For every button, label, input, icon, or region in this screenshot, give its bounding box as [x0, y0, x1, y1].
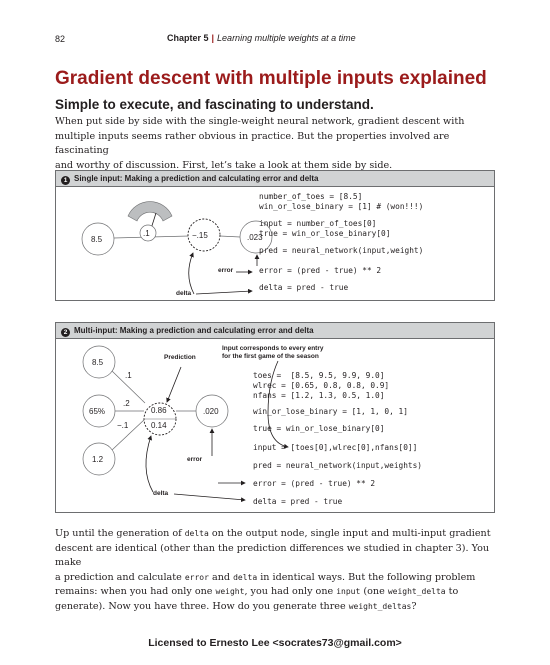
chapter-label: Chapter 5	[167, 33, 209, 43]
weight-dial-icon	[127, 201, 173, 222]
outro-line: generate). Now you have three. How do yo…	[55, 600, 417, 612]
delta-code-arrow	[173, 493, 246, 503]
delta-pointer	[188, 252, 195, 295]
error-label: error	[218, 267, 234, 274]
page-number: 82	[55, 34, 66, 44]
code-line: input = number_of_toes[0]	[259, 219, 377, 228]
outro-line: descent are identical (other than the pr…	[55, 542, 490, 569]
code-line: true = win_or_lose_binary[0]	[253, 424, 385, 433]
input-note: for the first game of the season	[222, 353, 319, 360]
figure-single-input: 1 Single input: Making a prediction and c…	[55, 170, 495, 301]
code-line: delta = pred - true	[253, 497, 343, 506]
weight-value: .2	[123, 399, 130, 408]
error-label: error	[187, 456, 203, 463]
code-line: error = (pred - true) ** 2	[253, 479, 376, 488]
outro-line: a prediction and calculate error and del…	[55, 571, 476, 583]
section-title: Gradient descent with multiple inputs ex…	[55, 68, 487, 89]
delta-label: delta	[153, 490, 169, 497]
code-line: win_or_lose_binary = [1, 1, 0, 1]	[253, 407, 408, 416]
connection-line	[219, 235, 241, 238]
intro-paragraph: When put side by side with the single-we…	[55, 115, 495, 173]
code-line: input = [toes[0],wlrec[0],nfans[0]]	[253, 443, 418, 452]
chapter-title: Learning multiple weights at a time	[217, 33, 356, 43]
input-value-nfans: 1.2	[92, 455, 104, 464]
prediction-value: −.15	[192, 231, 208, 240]
prediction-pointer	[166, 366, 182, 403]
weight-value: −.1	[117, 421, 129, 430]
license-footer: Licensed to Ernesto Lee <socrates73@gmai…	[148, 637, 402, 649]
input-value-wlrec: 65%	[89, 407, 106, 416]
code-line: win_or_lose_binary = [1] # (won!!!)	[259, 202, 424, 211]
code-line: toes = [8.5, 9.5, 9.9, 9.0]	[253, 371, 385, 380]
delta-pointer	[145, 435, 154, 493]
input-note: Input corresponds to every entry	[222, 345, 324, 352]
section-subtitle: Simple to execute, and fascinating to un…	[55, 97, 374, 112]
input-value: 8.5	[91, 235, 103, 244]
error-value: .020	[203, 407, 219, 416]
outro-paragraph: Up until the generation of delta on the …	[55, 527, 495, 614]
prediction-value: 0.86	[151, 406, 167, 415]
outro-line: Up until the generation of delta on the …	[55, 528, 491, 539]
figure-multi-input: 2 Multi-input: Making a prediction and ca…	[55, 322, 495, 513]
delta-label: delta	[176, 290, 192, 297]
code-line: wlrec = [0.65, 0.8, 0.8, 0.9]	[253, 381, 390, 390]
outro-line: remains: when you had only one weight, y…	[55, 586, 459, 597]
header-divider: |	[211, 33, 215, 43]
prediction-label: Prediction	[164, 354, 196, 361]
intro-line: multiple inputs seems rather obvious in …	[55, 130, 450, 157]
intro-line: When put side by side with the single-we…	[55, 116, 465, 127]
delta-value: 0.14	[151, 421, 167, 430]
code-line: true = win_or_lose_binary[0]	[259, 229, 391, 238]
code-line: number_of_toes = [8.5]	[259, 192, 363, 201]
code-line: error = (pred - true) ** 2	[259, 266, 382, 275]
code-line: nfans = [1.2, 1.3, 0.5, 1.0]	[253, 391, 385, 400]
code-line: pred = neural_network(input,weight)	[259, 246, 424, 255]
weight-value: .1	[143, 229, 150, 238]
weight-value: .1	[125, 371, 132, 380]
code-line: delta = pred - true	[259, 283, 349, 292]
delta-code-arrow	[195, 288, 253, 295]
running-header: Chapter 5 | Learning multiple weights at a…	[167, 33, 356, 43]
input-value-toes: 8.5	[92, 358, 104, 367]
code-line: pred = neural_network(input,weights)	[253, 461, 422, 470]
